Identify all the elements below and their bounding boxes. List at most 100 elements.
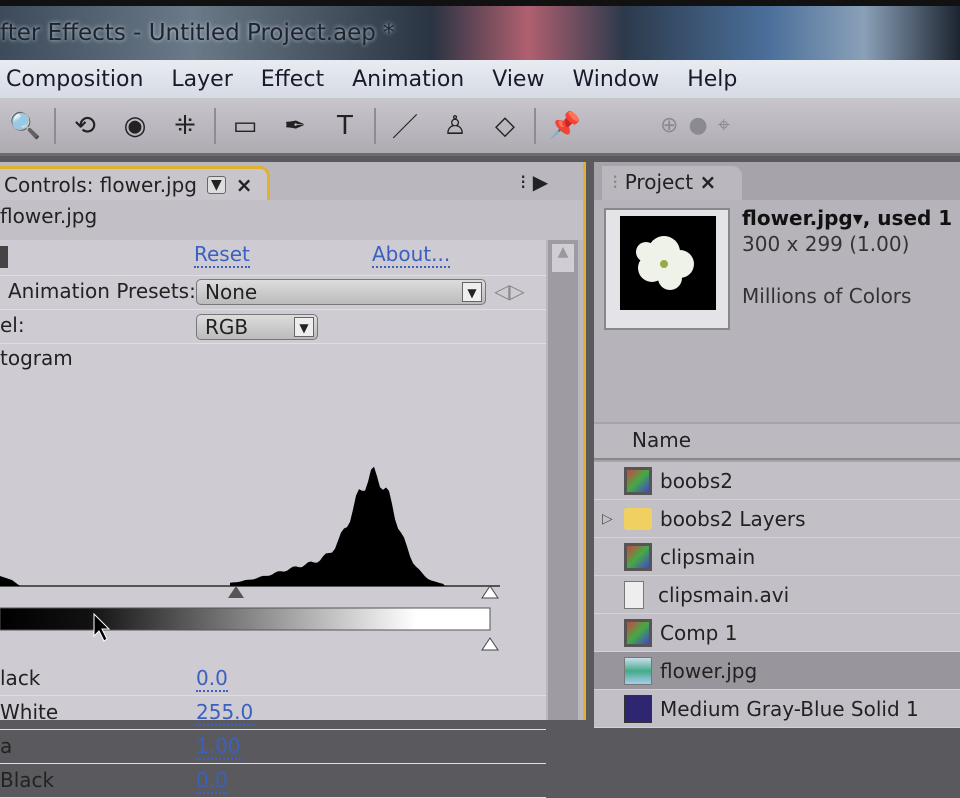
menu-composition[interactable]: Composition (6, 67, 143, 92)
chevron-down-icon: ▼ (294, 317, 314, 337)
menu-bar: Composition Layer Effect Animation View Windo… (0, 60, 960, 98)
zoom-icon[interactable]: 🔍 (8, 109, 42, 143)
effect-controls-panel: Controls: flower.jpg ▼ × ⁝ ▶ flower.jpg Re… (0, 162, 586, 798)
title-bar: fter Effects - Untitled Project.aep * (0, 0, 960, 60)
histogram-fill (0, 466, 445, 586)
channel-label: el: (0, 313, 25, 337)
puppet-pin-icon[interactable]: 📌 (548, 109, 582, 143)
window-title: fter Effects - Untitled Project.aep * (0, 20, 395, 46)
selected-item-name[interactable]: flower.jpg▾, used 1 (742, 206, 952, 230)
type-icon[interactable]: T (328, 109, 362, 143)
selected-item-dims: 300 x 299 (1.00) (742, 232, 910, 256)
about-link[interactable]: About... (372, 242, 451, 268)
layer-name: flower.jpg (0, 200, 583, 240)
menu-animation[interactable]: Animation (352, 67, 464, 92)
toolbar-divider (534, 107, 536, 144)
output-white-handle[interactable] (481, 637, 499, 651)
close-icon[interactable]: × (236, 173, 253, 197)
img-icon (624, 656, 652, 685)
project-item[interactable]: Comp 1 (594, 614, 960, 652)
pan-behind-icon[interactable]: ⁜ (168, 109, 202, 143)
column-name-label: Name (632, 428, 692, 452)
reset-link[interactable]: Reset (194, 242, 250, 268)
effect-body: Reset About... Animation Presets: None ▼ … (0, 240, 546, 798)
menu-effect[interactable]: Effect (261, 67, 324, 92)
project-item[interactable]: clipsmain (594, 538, 960, 576)
comp-icon (624, 618, 652, 647)
histogram[interactable] (0, 344, 546, 662)
folder-icon (624, 507, 652, 530)
project-item[interactable]: clipsmain.avi (594, 576, 960, 614)
param-value[interactable]: 0.0 (196, 666, 228, 692)
local-axis-icon[interactable]: ⊕ (660, 113, 678, 138)
chevron-down-icon: ▼ (462, 282, 482, 302)
project-item[interactable]: Medium Gray-Blue Solid 1 (594, 690, 960, 728)
presets-dropdown[interactable]: None ▼ (196, 279, 486, 305)
item-name: clipsmain (660, 544, 756, 569)
param-value[interactable]: 1.00 (196, 734, 241, 760)
project-item[interactable]: ▷ boobs2 Layers (594, 500, 960, 538)
project-preview: flower.jpg▾, used 1 300 x 299 (1.00) Mil… (594, 200, 960, 422)
comp-icon (624, 542, 652, 571)
fx-icon[interactable] (0, 246, 8, 268)
scrollbar[interactable]: ▲ (548, 240, 578, 720)
close-icon[interactable]: × (700, 170, 717, 194)
toolbar: ⊕ ● ⌖ 🔍 ⟲ ◉ ⁜ ▭ ✒ T ／ ♙ ◇ 📌 (0, 98, 960, 156)
thumbnail (604, 208, 730, 330)
param-value[interactable]: 255.0 (196, 700, 254, 726)
scroll-up-icon[interactable]: ▲ (552, 244, 574, 272)
presets-row: Animation Presets: None ▼ ◁▷ (0, 276, 546, 310)
channel-dropdown[interactable]: RGB ▼ (196, 314, 318, 340)
presets-value: None (205, 280, 258, 304)
presets-label: Animation Presets: (8, 279, 196, 303)
param-label: a (0, 734, 13, 758)
toolbar-divider (54, 107, 56, 144)
eraser-icon[interactable]: ◇ (488, 109, 522, 143)
menu-layer[interactable]: Layer (171, 67, 232, 92)
flower-image (636, 236, 694, 290)
project-item[interactable]: boobs2 (594, 462, 960, 500)
item-name: flower.jpg (660, 658, 758, 683)
input-white-handle[interactable] (481, 585, 499, 599)
histogram-row: togram (0, 344, 546, 662)
tab-menu-button[interactable]: ▼ (207, 175, 226, 194)
output-gradient (0, 607, 491, 631)
preset-prev-next-icon[interactable]: ◁▷ (494, 279, 525, 303)
tab-project[interactable]: ⁝ Project × (602, 166, 742, 200)
channel-row: el: RGB ▼ (0, 310, 546, 344)
toolbar-divider (374, 107, 376, 144)
param-label: White (0, 700, 59, 724)
item-name: Comp 1 (660, 620, 738, 645)
menu-help[interactable]: Help (687, 67, 737, 92)
orbit-camera-icon[interactable]: ◉ (118, 109, 152, 143)
param-label: Black (0, 768, 55, 792)
input-gamma-handle[interactable] (228, 586, 244, 598)
rotate-icon[interactable]: ⟲ (68, 109, 102, 143)
menu-view[interactable]: View (492, 67, 544, 92)
view-axis-icon[interactable]: ⌖ (718, 113, 730, 138)
brush-icon[interactable]: ／ (388, 109, 422, 143)
project-item[interactable]: flower.jpg (594, 652, 960, 690)
solid-icon (624, 694, 652, 723)
effect-header-row: Reset About... (0, 240, 546, 276)
avi-icon (624, 580, 644, 609)
item-name: clipsmain.avi (658, 582, 790, 607)
comp-icon (624, 466, 652, 495)
menu-window[interactable]: Window (572, 67, 659, 92)
panel-menu-icon[interactable]: ⁝ ▶ (520, 170, 548, 194)
tab-effect-controls[interactable]: Controls: flower.jpg ▼ × (0, 166, 270, 200)
param-row: a 1.00 (0, 730, 546, 764)
tab-label: Controls: flower.jpg (4, 172, 197, 197)
rectangle-mask-icon[interactable]: ▭ (228, 109, 262, 143)
item-name: Medium Gray-Blue Solid 1 (660, 696, 919, 721)
expand-triangle-icon[interactable]: ▷ (602, 511, 613, 527)
axis-mode-icons: ⊕ ● ⌖ (660, 113, 730, 138)
world-axis-icon[interactable]: ● (688, 113, 707, 138)
param-value[interactable]: 0.0 (196, 768, 228, 794)
column-header-name[interactable]: Name (594, 424, 960, 460)
toolbar-divider (214, 107, 216, 144)
clone-stamp-icon[interactable]: ♙ (438, 109, 472, 143)
pen-icon[interactable]: ✒ (278, 109, 312, 143)
channel-value: RGB (205, 315, 249, 339)
item-name: boobs2 Layers (660, 506, 806, 531)
